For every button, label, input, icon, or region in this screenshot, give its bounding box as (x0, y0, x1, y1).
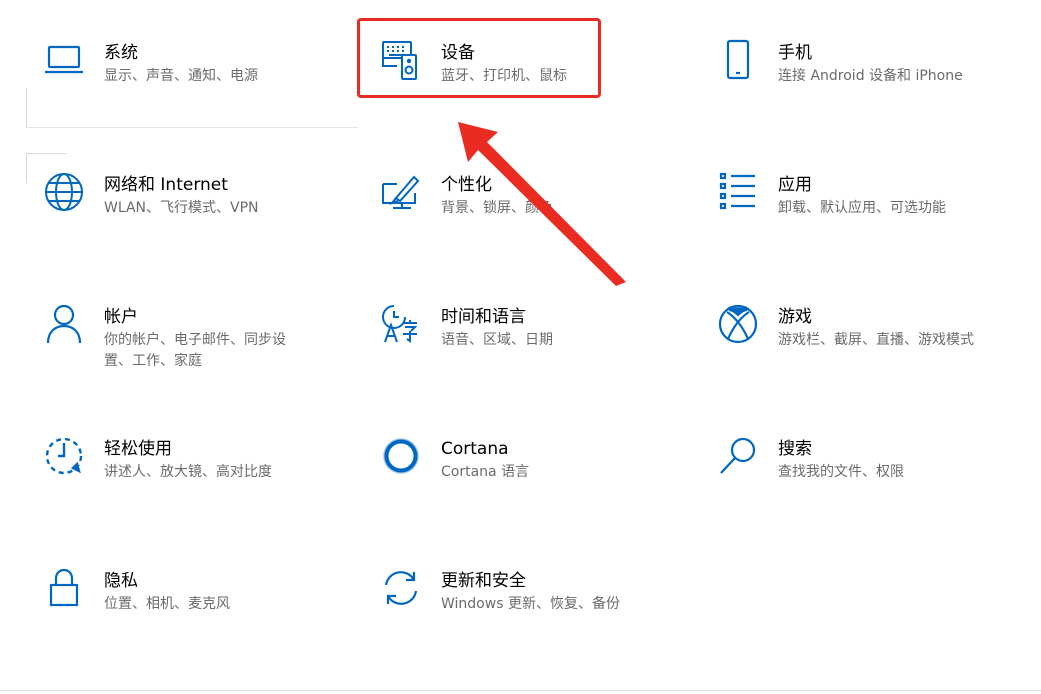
tile-description: 游戏栏、截屏、直播、游戏模式 (778, 332, 974, 348)
tile-network[interactable]: 网络和 Internet WLAN、飞行模式、VPN (42, 170, 362, 280)
tile-title: 应用 (778, 175, 812, 195)
tile-phone[interactable]: 手机 连接 Android 设备和 iPhone (716, 38, 1036, 148)
divider (26, 88, 27, 128)
apps-list-icon (716, 170, 760, 214)
tile-description: 卸载、默认应用、可选功能 (778, 200, 946, 216)
tile-description: 位置、相机、麦克风 (104, 596, 230, 612)
search-icon (716, 434, 760, 478)
tile-description: 语音、区域、日期 (441, 332, 553, 348)
tile-title: 系统 (104, 43, 138, 63)
sync-icon (379, 566, 423, 610)
ease-of-access-icon (42, 434, 86, 478)
globe-icon (42, 170, 86, 214)
person-icon (42, 302, 86, 346)
tile-update-security[interactable]: 更新和安全 Windows 更新、恢复、备份 (379, 566, 699, 676)
xbox-icon (716, 302, 760, 346)
tile-ease-of-access[interactable]: 轻松使用 讲述人、放大镜、高对比度 (42, 434, 362, 544)
tile-description: 连接 Android 设备和 iPhone (778, 68, 963, 84)
personalization-icon (379, 170, 423, 214)
tile-title: 手机 (778, 43, 812, 63)
tile-description: 你的帐户、电子邮件、同步设置、工作、家庭 (104, 332, 286, 369)
tile-description: Windows 更新、恢复、备份 (441, 596, 620, 612)
tile-title: 帐户 (104, 307, 138, 327)
divider (26, 153, 66, 154)
divider (26, 153, 27, 183)
settings-grid: 系统 显示、声音、通知、电源 设备 蓝牙、打印机、鼠标 手机 连接 Androi… (0, 0, 1041, 694)
time-language-icon (379, 302, 423, 346)
tile-title: 时间和语言 (441, 307, 526, 327)
tile-cortana[interactable]: Cortana Cortana 语言 (379, 434, 699, 544)
divider (0, 690, 1041, 691)
tile-description: WLAN、飞行模式、VPN (104, 200, 259, 216)
tile-description: 查找我的文件、权限 (778, 464, 904, 480)
tile-time-language[interactable]: 时间和语言 语音、区域、日期 (379, 302, 699, 412)
lock-icon (42, 566, 86, 610)
tile-search[interactable]: 搜索 查找我的文件、权限 (716, 434, 1036, 544)
tile-title: 隐私 (104, 571, 138, 591)
annotation-arrow (458, 122, 626, 286)
tile-title: 更新和安全 (441, 571, 526, 591)
tile-system[interactable]: 系统 显示、声音、通知、电源 (42, 38, 362, 148)
tile-accounts[interactable]: 帐户 你的帐户、电子邮件、同步设置、工作、家庭 (42, 302, 362, 412)
tile-description: 显示、声音、通知、电源 (104, 68, 258, 84)
tile-title: 轻松使用 (104, 439, 172, 459)
tile-title: 游戏 (778, 307, 812, 327)
tile-title: 网络和 Internet (104, 175, 228, 195)
tile-description: 讲述人、放大镜、高对比度 (104, 464, 272, 480)
tile-title: 搜索 (778, 439, 812, 459)
laptop-icon (42, 38, 86, 82)
tile-apps[interactable]: 应用 卸载、默认应用、可选功能 (716, 170, 1036, 280)
cortana-icon (379, 434, 423, 478)
tile-description: Cortana 语言 (441, 464, 530, 480)
phone-icon (716, 38, 760, 82)
tile-title: Cortana (441, 439, 509, 459)
tile-gaming[interactable]: 游戏 游戏栏、截屏、直播、游戏模式 (716, 302, 1036, 412)
tile-privacy[interactable]: 隐私 位置、相机、麦克风 (42, 566, 362, 676)
highlight-box (357, 18, 601, 98)
